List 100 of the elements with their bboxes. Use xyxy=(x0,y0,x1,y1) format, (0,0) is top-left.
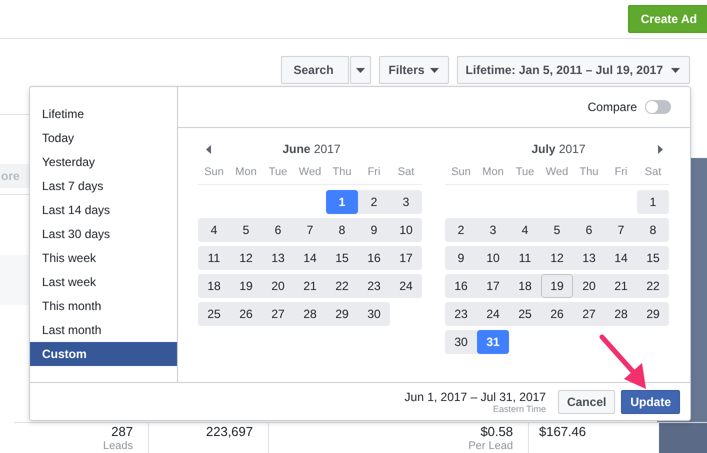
calendar-day[interactable]: 1 xyxy=(326,190,358,214)
calendar-day[interactable]: 10 xyxy=(390,218,422,242)
calendar-day[interactable]: 5 xyxy=(541,218,573,242)
caret-icon xyxy=(430,68,439,72)
preset-item[interactable]: Lifetime xyxy=(30,102,177,126)
weekday-label: Fri xyxy=(614,166,628,178)
calendar-day[interactable]: 21 xyxy=(605,274,637,298)
preset-item[interactable]: Today xyxy=(30,126,177,150)
calendar-day[interactable]: 2 xyxy=(358,190,390,214)
calendar-day[interactable]: 31 xyxy=(477,330,509,354)
more-label: ore xyxy=(1,169,20,183)
weekday-label: Thu xyxy=(332,166,352,178)
compare-toggle[interactable] xyxy=(645,100,671,114)
calendar-day[interactable]: 17 xyxy=(477,274,509,298)
calendar-day[interactable]: 16 xyxy=(445,274,477,298)
stat-caption: Per Lead xyxy=(467,440,513,453)
compare-label: Compare xyxy=(588,100,637,114)
preset-item[interactable]: Last week xyxy=(30,270,177,294)
date-range-button[interactable]: Lifetime: Jan 5, 2011 – Jul 19, 2017 xyxy=(456,56,690,84)
calendar-day[interactable]: 28 xyxy=(294,302,326,326)
calendar-day[interactable]: 7 xyxy=(605,218,637,242)
cancel-button[interactable]: Cancel xyxy=(558,390,616,414)
calendar-day[interactable]: 9 xyxy=(445,246,477,270)
calendar-day[interactable]: 24 xyxy=(390,274,422,298)
weekday-label: Sat xyxy=(644,166,662,178)
calendar-day[interactable]: 12 xyxy=(230,246,262,270)
calendar-day[interactable]: 22 xyxy=(326,274,358,298)
weekday-label: Wed xyxy=(544,166,570,178)
calendar-day[interactable]: 10 xyxy=(477,246,509,270)
weekday-label: Tue xyxy=(268,166,288,178)
calendar-day[interactable]: 25 xyxy=(509,302,541,326)
calendar-day[interactable]: 30 xyxy=(358,302,390,326)
calendar-day[interactable]: 3 xyxy=(390,190,422,214)
calendar-day[interactable]: 19 xyxy=(230,274,262,298)
calendar-day[interactable]: 26 xyxy=(230,302,262,326)
weekday-label: Sat xyxy=(396,166,416,178)
preset-item[interactable]: Custom xyxy=(30,342,177,366)
calendar-day[interactable]: 23 xyxy=(445,302,477,326)
calendar-day[interactable]: 5 xyxy=(230,218,262,242)
calendar-day[interactable]: 11 xyxy=(509,246,541,270)
calendar-day[interactable]: 30 xyxy=(445,330,477,354)
calendar-day[interactable]: 23 xyxy=(358,274,390,298)
calendar-day[interactable]: 8 xyxy=(637,218,669,242)
caret-icon xyxy=(356,68,365,72)
calendar-day[interactable]: 4 xyxy=(198,218,230,242)
calendar-day[interactable]: 27 xyxy=(262,302,294,326)
stat-caption: Leads xyxy=(102,440,133,453)
stat-value: $0.58 xyxy=(479,424,513,439)
calendar-day[interactable]: 22 xyxy=(637,274,669,298)
search-options-button[interactable] xyxy=(350,56,371,84)
calendar-day[interactable]: 21 xyxy=(294,274,326,298)
calendar-day[interactable]: 15 xyxy=(637,246,669,270)
calendar-day[interactable]: 6 xyxy=(262,218,294,242)
calendar-day[interactable]: 14 xyxy=(605,246,637,270)
calendar-day[interactable]: 27 xyxy=(573,302,605,326)
previous-month-icon[interactable] xyxy=(206,144,211,154)
weekday-label: Tue xyxy=(514,166,536,178)
calendar-day[interactable]: 12 xyxy=(541,246,573,270)
calendar-day[interactable]: 7 xyxy=(294,218,326,242)
next-month-icon[interactable] xyxy=(658,144,663,154)
calendar-day[interactable]: 25 xyxy=(198,302,230,326)
calendar-day[interactable]: 11 xyxy=(198,246,230,270)
calendar-day[interactable]: 18 xyxy=(509,274,541,298)
calendar-day[interactable]: 8 xyxy=(326,218,358,242)
weekday-label: Fri xyxy=(366,166,382,178)
calendar-day[interactable]: 6 xyxy=(573,218,605,242)
calendar-day[interactable]: 24 xyxy=(477,302,509,326)
preset-item[interactable]: This week xyxy=(30,246,177,270)
filters-button[interactable]: Filters xyxy=(378,56,449,84)
preset-item[interactable]: Last 30 days xyxy=(30,222,177,246)
calendar-day[interactable]: 1 xyxy=(637,190,669,214)
calendar-day[interactable]: 14 xyxy=(294,246,326,270)
preset-item[interactable]: Last 7 days xyxy=(30,174,177,198)
calendar-day[interactable]: 20 xyxy=(573,274,605,298)
preset-item[interactable]: This month xyxy=(30,294,177,318)
calendar-day[interactable]: 13 xyxy=(262,246,294,270)
preset-item[interactable]: Yesterday xyxy=(30,150,177,174)
update-button[interactable]: Update xyxy=(621,390,680,414)
calendar-day[interactable]: 26 xyxy=(541,302,573,326)
calendar-day[interactable]: 28 xyxy=(605,302,637,326)
calendar-day[interactable]: 3 xyxy=(477,218,509,242)
calendar-day[interactable]: 16 xyxy=(358,246,390,270)
calendar-day[interactable]: 9 xyxy=(358,218,390,242)
calendar-day[interactable]: 29 xyxy=(637,302,669,326)
calendar-day[interactable]: 2 xyxy=(445,218,477,242)
calendar-day[interactable]: 29 xyxy=(326,302,358,326)
weekday-label: Thu xyxy=(578,166,600,178)
calendar-day[interactable]: 13 xyxy=(573,246,605,270)
preset-item[interactable]: Last month xyxy=(30,318,177,342)
calendar-day[interactable]: 15 xyxy=(326,246,358,270)
preset-item[interactable]: Last 14 days xyxy=(30,198,177,222)
calendar-day[interactable]: 18 xyxy=(198,274,230,298)
weekday-label: Mon xyxy=(234,166,258,178)
stat-value: 223,697 xyxy=(205,424,253,439)
search-button[interactable]: Search xyxy=(280,56,349,84)
calendar-day[interactable]: 19 xyxy=(541,274,573,298)
calendar-day[interactable]: 17 xyxy=(390,246,422,270)
month-title: July 2017 xyxy=(531,142,586,156)
calendar-day[interactable]: 4 xyxy=(509,218,541,242)
calendar-day[interactable]: 20 xyxy=(262,274,294,298)
